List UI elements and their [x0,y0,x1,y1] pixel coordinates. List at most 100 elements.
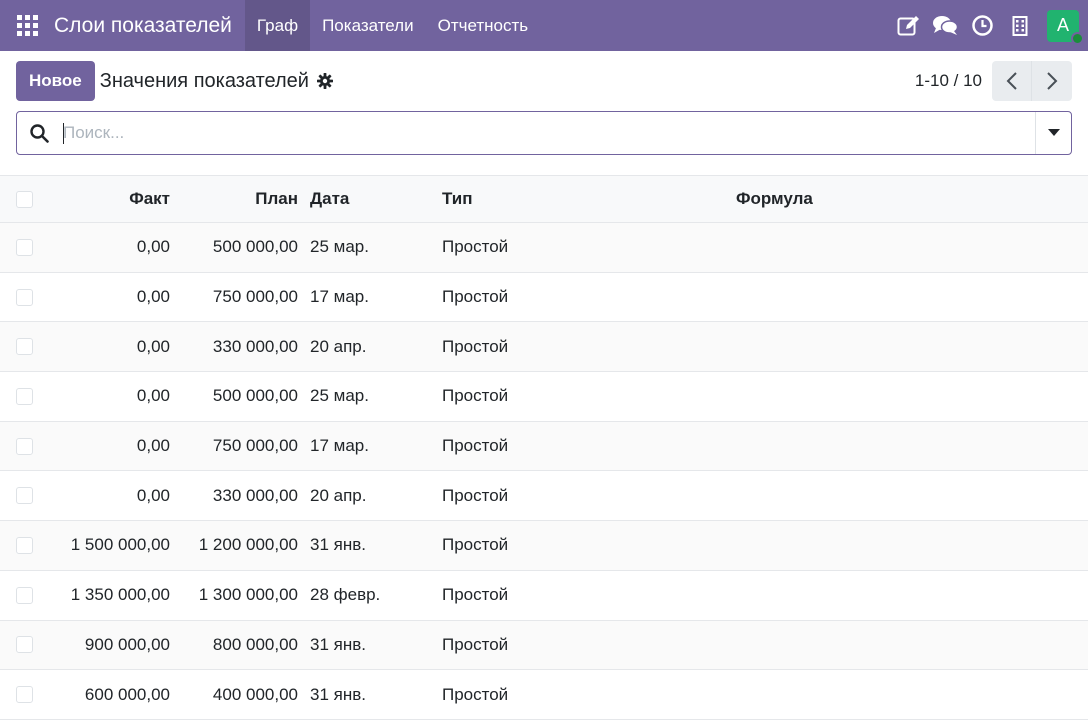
cell-date[interactable]: 25 мар. [298,222,442,273]
cell-plan[interactable]: 330 000,00 [170,321,298,373]
pager-value[interactable]: 1-10 / 10 [915,71,982,91]
company-button[interactable] [1001,0,1038,51]
cell-plan[interactable]: 750 000,00 [170,421,298,472]
cell-type[interactable]: Простой [442,272,736,323]
row-checkbox[interactable] [16,437,33,455]
column-header-type[interactable]: Тип [442,175,736,223]
cell-date[interactable]: 17 мар. [298,272,442,323]
cell-type[interactable]: Простой [442,321,736,373]
user-menu-button[interactable]: A [1038,0,1088,51]
cell-date[interactable]: 20 апр. [298,321,442,373]
page-title: Значения показателей [99,69,309,92]
row-checkbox[interactable] [16,686,33,704]
row-checkbox[interactable] [16,387,33,405]
gear-icon [316,73,333,89]
table-row[interactable]: 1 500 000,00 1 200 000,00 31 янв. Просто… [0,520,1088,571]
list-view: Факт План Дата Тип Формула 0,00 500 000,… [0,175,1088,720]
cell-formula[interactable] [736,470,1088,522]
cell-date[interactable]: 28 февр. [298,570,442,621]
column-header-date[interactable]: Дата [298,175,442,223]
menu-item-indicators[interactable]: Показатели [310,0,426,51]
cell-date[interactable]: 20 апр. [298,470,442,522]
table-row[interactable]: 600 000,00 400 000,00 31 янв. Простой [0,669,1088,720]
cell-formula[interactable] [736,570,1088,621]
cell-plan[interactable]: 330 000,00 [170,470,298,522]
row-checkbox[interactable] [16,238,33,256]
cell-date[interactable]: 31 янв. [298,620,442,671]
row-checkbox[interactable] [16,636,33,654]
cell-fact[interactable]: 900 000,00 [50,620,170,671]
row-checkbox[interactable] [16,536,33,554]
table-row[interactable]: 900 000,00 800 000,00 31 янв. Простой [0,620,1088,671]
edit-icon [897,15,919,35]
cell-plan[interactable]: 500 000,00 [170,371,298,422]
cell-fact[interactable]: 0,00 [50,222,170,273]
cell-type[interactable]: Простой [442,570,736,621]
menu-item-graph[interactable]: Граф [244,0,311,51]
app-name[interactable]: Слои показателей [54,0,245,51]
cell-fact[interactable]: 0,00 [50,371,170,422]
cell-date[interactable]: 31 янв. [298,669,442,720]
menu-item-reporting[interactable]: Отчетность [426,0,541,51]
column-header-formula[interactable]: Формула [736,175,1088,223]
table-row[interactable]: 0,00 750 000,00 17 мар. Простой [0,421,1088,472]
table-row[interactable]: 0,00 500 000,00 25 мар. Простой [0,222,1088,273]
table-row[interactable]: 0,00 500 000,00 25 мар. Простой [0,371,1088,422]
cell-formula[interactable] [736,272,1088,323]
table-row[interactable]: 0,00 330 000,00 20 апр. Простой [0,470,1088,522]
cell-fact[interactable]: 0,00 [50,272,170,323]
cell-plan[interactable]: 400 000,00 [170,669,298,720]
cell-type[interactable]: Простой [442,222,736,273]
row-checkbox[interactable] [16,487,33,505]
new-button[interactable]: Новое [16,61,95,101]
cell-fact[interactable]: 0,00 [50,321,170,373]
control-panel: Новое Значения показателей 1-10 / 10 [0,51,1088,111]
cell-formula[interactable] [736,520,1088,571]
discuss-button[interactable] [927,0,964,51]
cell-plan[interactable]: 750 000,00 [170,272,298,323]
cell-type[interactable]: Простой [442,620,736,671]
cell-plan[interactable]: 1 200 000,00 [170,520,298,571]
cell-fact[interactable]: 1 350 000,00 [50,570,170,621]
pager-next-button[interactable] [1032,61,1072,101]
cell-formula[interactable] [736,222,1088,273]
cell-date[interactable]: 25 мар. [298,371,442,422]
search-input[interactable] [61,113,1035,153]
cell-fact[interactable]: 600 000,00 [50,669,170,720]
cell-plan[interactable]: 800 000,00 [170,620,298,671]
cell-type[interactable]: Простой [442,371,736,422]
cell-fact[interactable]: 0,00 [50,470,170,522]
search-button[interactable] [17,112,61,154]
cell-type[interactable]: Простой [442,669,736,720]
row-checkbox[interactable] [16,586,33,604]
table-row[interactable]: 0,00 330 000,00 20 апр. Простой [0,321,1088,373]
table-row[interactable]: 0,00 750 000,00 17 мар. Простой [0,272,1088,323]
cell-type[interactable]: Простой [442,520,736,571]
row-checkbox[interactable] [16,338,33,356]
table-row[interactable]: 1 350 000,00 1 300 000,00 28 февр. Прост… [0,570,1088,621]
row-checkbox[interactable] [16,288,33,306]
cell-fact[interactable]: 0,00 [50,421,170,472]
cell-date[interactable]: 17 мар. [298,421,442,472]
cell-plan[interactable]: 1 300 000,00 [170,570,298,621]
cell-type[interactable]: Простой [442,470,736,522]
cell-plan[interactable]: 500 000,00 [170,222,298,273]
cell-formula[interactable] [736,321,1088,373]
activity-button[interactable] [964,0,1001,51]
cell-type[interactable]: Простой [442,421,736,472]
select-all-checkbox[interactable] [16,190,33,208]
cell-formula[interactable] [736,669,1088,720]
apps-menu-button[interactable] [0,0,54,51]
cell-formula[interactable] [736,620,1088,671]
row-checkbox-cell [0,470,50,522]
cell-fact[interactable]: 1 500 000,00 [50,520,170,571]
column-header-fact[interactable]: Факт [50,175,170,223]
cell-formula[interactable] [736,371,1088,422]
search-options-toggle[interactable] [1035,112,1071,154]
cell-date[interactable]: 31 янв. [298,520,442,571]
cell-formula[interactable] [736,421,1088,472]
pager-previous-button[interactable] [992,61,1032,101]
actions-button[interactable] [316,73,333,89]
edit-button[interactable] [890,0,927,51]
column-header-plan[interactable]: План [170,175,298,223]
